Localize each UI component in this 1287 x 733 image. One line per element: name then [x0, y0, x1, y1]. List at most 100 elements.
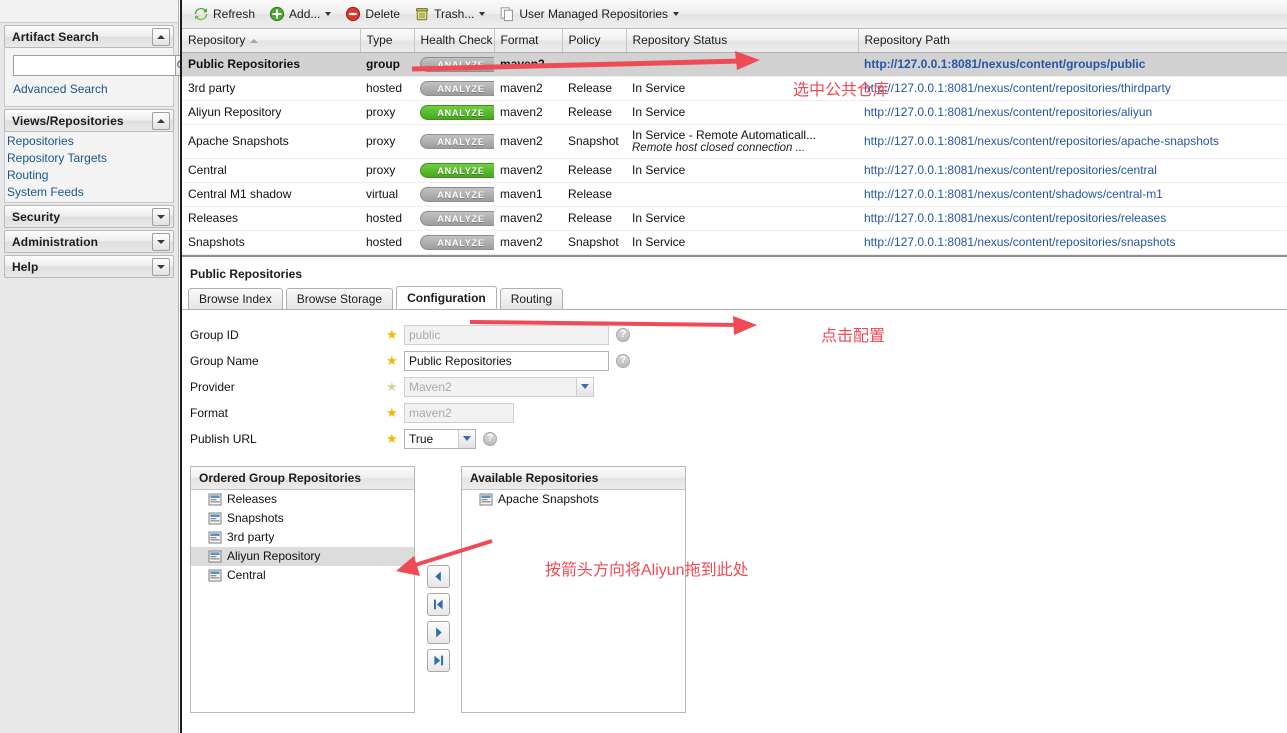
list-item[interactable]: Aliyun Repository — [191, 547, 414, 566]
col-repository[interactable]: Repository — [182, 29, 360, 52]
table-row[interactable]: Central M1 shadow virtual ANALYZE maven1… — [182, 182, 1287, 206]
collapse-toggle-help[interactable] — [152, 258, 170, 276]
cell-status: In Service — [626, 206, 858, 230]
tab-browse-storage[interactable]: Browse Storage — [286, 288, 393, 309]
repository-path-link[interactable]: http://127.0.0.1:8081/nexus/content/repo… — [864, 235, 1176, 249]
repository-table: Repository Type Health Check Format Poli… — [182, 29, 1287, 255]
cell-repository: Apache Snapshots — [182, 124, 360, 158]
table-row[interactable]: Central proxy ANALYZE maven2 Release In … — [182, 158, 1287, 182]
ordered-group-repositories-title: Ordered Group Repositories — [191, 467, 414, 490]
analyze-button[interactable]: ANALYZE — [420, 81, 494, 96]
analyze-button[interactable]: ANALYZE — [420, 187, 494, 202]
list-item[interactable]: 3rd party — [191, 528, 414, 547]
collapse-toggle-artifact-search[interactable] — [152, 28, 170, 46]
panel-views-repositories: Views/Repositories Repositories Reposito… — [4, 109, 174, 203]
list-item[interactable]: Apache Snapshots — [462, 490, 685, 509]
col-format[interactable]: Format — [494, 29, 562, 52]
analyze-button[interactable]: ANALYZE — [420, 163, 494, 178]
table-row[interactable]: Apache Snapshots proxy ANALYZE maven2 Sn… — [182, 124, 1287, 158]
group-id-input[interactable] — [404, 325, 609, 345]
format-input[interactable] — [404, 403, 514, 423]
repository-icon — [479, 493, 493, 506]
provider-select[interactable] — [404, 377, 594, 397]
search-row — [13, 55, 165, 76]
repository-path-link[interactable]: http://127.0.0.1:8081/nexus/content/repo… — [864, 211, 1166, 225]
cell-type: proxy — [360, 124, 414, 158]
panel-header-views-repositories[interactable]: Views/Repositories — [4, 109, 174, 132]
list-item[interactable]: Central — [191, 566, 414, 585]
cell-type: hosted — [360, 206, 414, 230]
advanced-search-link[interactable]: Advanced Search — [13, 81, 165, 98]
table-body: Public Repositories group ANALYZE maven2… — [182, 52, 1287, 254]
sidebar-item-repositories[interactable]: Repositories — [7, 133, 173, 150]
cell-format: maven2 — [494, 100, 562, 124]
cell-policy: Release — [562, 100, 626, 124]
analyze-button[interactable]: ANALYZE — [420, 105, 494, 120]
cell-type: proxy — [360, 100, 414, 124]
panel-title-views-repositories: Views/Repositories — [12, 114, 152, 128]
form-row-group-id: Group ID ★ ? — [190, 322, 1287, 348]
repository-path-link[interactable]: http://127.0.0.1:8081/nexus/content/repo… — [864, 163, 1157, 177]
sidebar-item-routing[interactable]: Routing — [7, 167, 173, 184]
move-right-button[interactable] — [427, 621, 450, 644]
move-left-button[interactable] — [427, 565, 450, 588]
publish-url-dropdown-button[interactable] — [458, 430, 475, 448]
col-repository-path[interactable]: Repository Path — [858, 29, 1287, 52]
delete-icon — [345, 6, 361, 22]
list-item[interactable]: Snapshots — [191, 509, 414, 528]
repository-path-link[interactable]: http://127.0.0.1:8081/nexus/content/repo… — [864, 134, 1219, 148]
provider-dropdown-button[interactable] — [576, 378, 593, 396]
tab-browse-index[interactable]: Browse Index — [188, 288, 283, 309]
repository-path-link[interactable]: http://127.0.0.1:8081/nexus/content/repo… — [864, 105, 1152, 119]
table-row[interactable]: Aliyun Repository proxy ANALYZE maven2 R… — [182, 100, 1287, 124]
trash-button[interactable]: Trash... — [408, 2, 491, 26]
analyze-button[interactable]: ANALYZE — [420, 211, 494, 226]
collapse-toggle-views-repositories[interactable] — [152, 112, 170, 130]
table-row[interactable]: Snapshots hosted ANALYZE maven2 Snapshot… — [182, 230, 1287, 254]
sidebar-item-system-feeds[interactable]: System Feeds — [7, 184, 173, 201]
cell-status — [626, 182, 858, 206]
panel-header-help[interactable]: Help — [4, 255, 174, 278]
move-all-right-button[interactable] — [427, 649, 450, 672]
collapse-toggle-security[interactable] — [152, 208, 170, 226]
repository-path-link[interactable]: http://127.0.0.1:8081/nexus/content/repo… — [864, 81, 1171, 95]
available-repositories-list[interactable]: Apache Snapshots — [462, 490, 685, 712]
analyze-button[interactable]: ANALYZE — [420, 57, 494, 72]
help-icon[interactable]: ? — [483, 432, 497, 446]
col-health-check[interactable]: Health Check — [414, 29, 494, 52]
analyze-button[interactable]: ANALYZE — [420, 235, 494, 250]
sort-ascending-icon — [250, 39, 258, 43]
help-icon[interactable]: ? — [616, 328, 630, 342]
add-button[interactable]: Add... — [263, 2, 337, 26]
table-row[interactable]: Public Repositories group ANALYZE maven2… — [182, 52, 1287, 76]
panel-header-security[interactable]: Security — [4, 205, 174, 228]
repository-path-link[interactable]: http://127.0.0.1:8081/nexus/content/grou… — [864, 57, 1145, 71]
sidebar-item-repository-targets[interactable]: Repository Targets — [7, 150, 173, 167]
detail-panel: Public Repositories Browse Index Browse … — [182, 263, 1287, 713]
col-type[interactable]: Type — [360, 29, 414, 52]
repository-path-link[interactable]: http://127.0.0.1:8081/nexus/content/shad… — [864, 187, 1163, 201]
tab-routing[interactable]: Routing — [500, 288, 563, 309]
col-repository-status[interactable]: Repository Status — [626, 29, 858, 52]
delete-button[interactable]: Delete — [339, 2, 406, 26]
required-star-icon: ★ — [386, 406, 404, 419]
list-item[interactable]: Releases — [191, 490, 414, 509]
analyze-button[interactable]: ANALYZE — [420, 134, 494, 149]
table-row[interactable]: Releases hosted ANALYZE maven2 Release I… — [182, 206, 1287, 230]
refresh-button[interactable]: Refresh — [187, 2, 261, 26]
user-managed-repositories-button[interactable]: User Managed Repositories — [493, 2, 685, 26]
table-row[interactable]: 3rd party hosted ANALYZE maven2 Release … — [182, 76, 1287, 100]
group-name-input[interactable] — [404, 351, 609, 371]
search-input[interactable] — [13, 55, 176, 76]
cell-health-check: ANALYZE — [414, 230, 494, 254]
left-sidebar: Artifact Search Advanced Search — [0, 0, 179, 733]
collapse-toggle-administration[interactable] — [152, 233, 170, 251]
ordered-group-repositories-list[interactable]: Releases Snapshots — [191, 490, 414, 712]
panel-header-artifact-search[interactable]: Artifact Search — [4, 25, 174, 48]
move-all-left-button[interactable] — [427, 593, 450, 616]
help-icon[interactable]: ? — [616, 354, 630, 368]
panel-header-administration[interactable]: Administration — [4, 230, 174, 253]
tab-configuration[interactable]: Configuration — [396, 286, 497, 309]
col-policy[interactable]: Policy — [562, 29, 626, 52]
cell-path: http://127.0.0.1:8081/nexus/content/repo… — [858, 230, 1287, 254]
